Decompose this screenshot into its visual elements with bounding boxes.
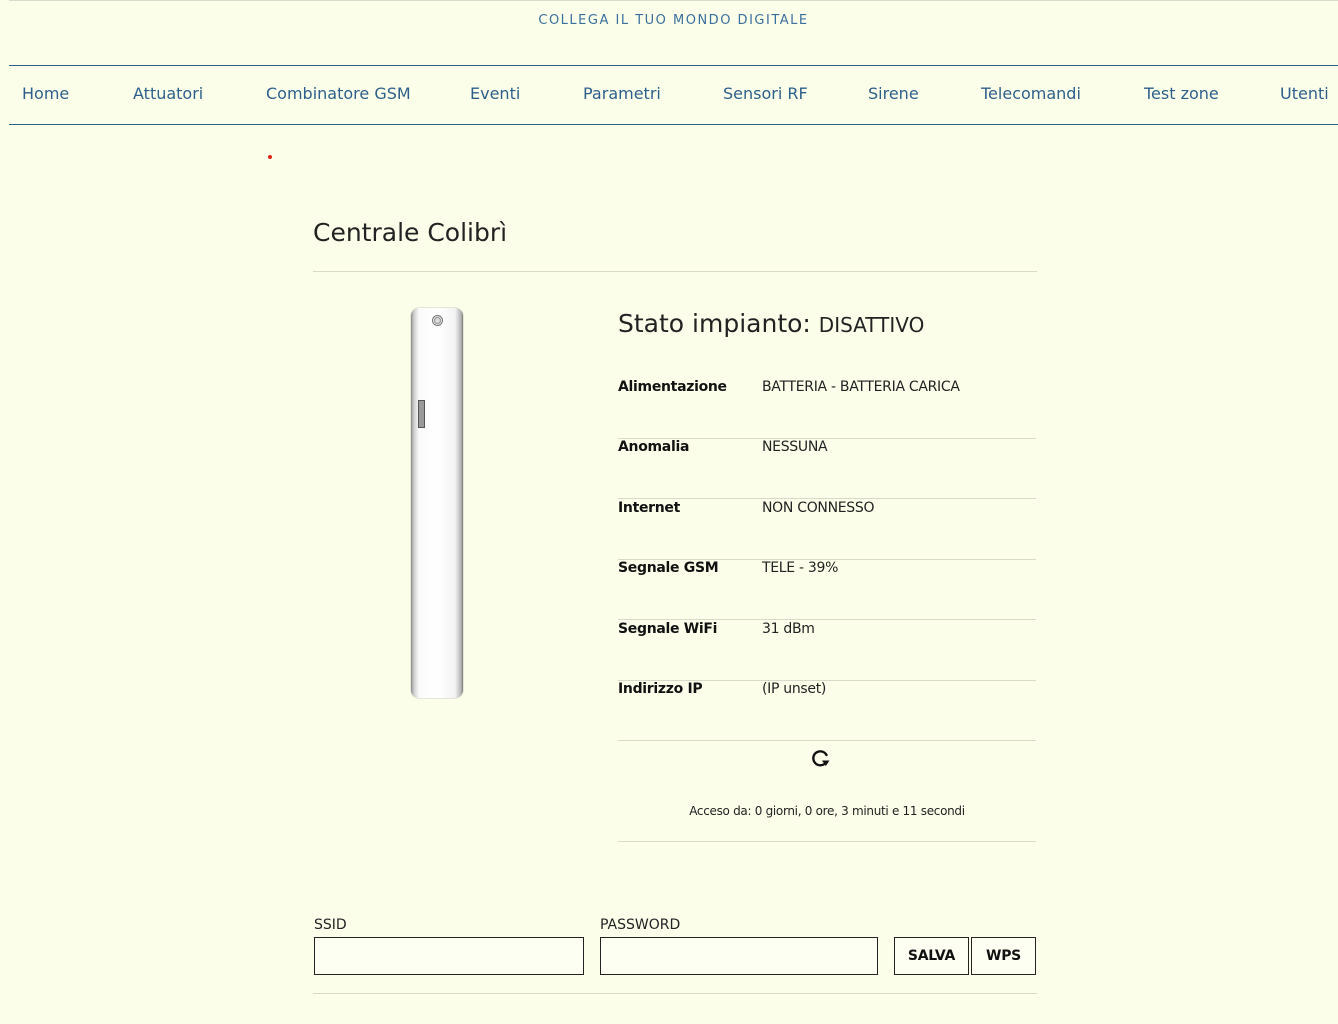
info-label: Anomalia xyxy=(618,439,690,455)
info-label: Indirizzo IP xyxy=(618,681,703,697)
device-image xyxy=(411,308,463,698)
nav-item-sirene[interactable]: Sirene xyxy=(868,84,919,103)
header-tagline: COLLEGA IL TUO MONDO DIGITALE xyxy=(538,13,809,28)
system-status-value: DISATTIVO xyxy=(818,313,925,337)
wps-button[interactable]: WPS xyxy=(971,937,1036,975)
info-label: Segnale WiFi xyxy=(618,621,718,637)
device-led xyxy=(432,315,443,326)
nav-item-parametri[interactable]: Parametri xyxy=(583,84,661,103)
info-row-anomalia: Anomalia NESSUNA xyxy=(618,439,1036,499)
page-title: Centrale Colibrì xyxy=(313,218,508,247)
nav-item-eventi[interactable]: Eventi xyxy=(470,84,520,103)
nav-item-attuatori[interactable]: Attuatori xyxy=(133,84,203,103)
nav-item-test-zone[interactable]: Test zone xyxy=(1144,84,1219,103)
title-divider xyxy=(313,271,1037,272)
info-label: Internet xyxy=(618,500,681,516)
info-row-segnale-wifi: Segnale WiFi 31 dBm xyxy=(618,621,1036,681)
status-dot xyxy=(268,155,272,159)
save-button[interactable]: SALVA xyxy=(894,937,969,975)
info-value: (IP unset) xyxy=(762,681,827,697)
main-nav: Home Attuatori Combinatore GSM Eventi Pa… xyxy=(9,65,1338,125)
ssid-input[interactable] xyxy=(314,937,584,975)
nav-item-telecomandi[interactable]: Telecomandi xyxy=(981,84,1081,103)
system-status-label: Stato impianto: xyxy=(618,309,811,338)
info-value: NESSUNA xyxy=(762,439,828,455)
nav-item-utenti[interactable]: Utenti xyxy=(1280,84,1329,103)
form-divider xyxy=(313,993,1037,994)
info-value: NON CONNESSO xyxy=(762,500,875,516)
device-port xyxy=(418,400,425,428)
nav-item-combinatore-gsm[interactable]: Combinatore GSM xyxy=(266,84,411,103)
info-value: BATTERIA - BATTERIA CARICA xyxy=(762,379,960,395)
password-label: PASSWORD xyxy=(600,917,681,933)
info-label: Alimentazione xyxy=(618,379,727,395)
info-row-internet: Internet NON CONNESSO xyxy=(618,500,1036,560)
uptime-text: Acceso da: 0 giorni, 0 ore, 3 minuti e 1… xyxy=(689,804,965,818)
nav-item-sensori-rf[interactable]: Sensori RF xyxy=(723,84,808,103)
system-status-heading: Stato impianto: DISATTIVO xyxy=(618,309,924,338)
info-row-alimentazione: Alimentazione BATTERIA - BATTERIA CARICA xyxy=(618,379,1036,439)
refresh-icon[interactable] xyxy=(808,746,832,770)
info-row-indirizzo-ip: Indirizzo IP (IP unset) xyxy=(618,681,1036,741)
password-input[interactable] xyxy=(600,937,878,975)
ssid-label: SSID xyxy=(314,917,347,933)
info-row-segnale-gsm: Segnale GSM TELE - 39% xyxy=(618,560,1036,620)
info-label: Segnale GSM xyxy=(618,560,719,576)
info-value: 31 dBm xyxy=(762,621,815,637)
status-divider xyxy=(618,841,1036,842)
info-value: TELE - 39% xyxy=(762,560,839,576)
nav-item-home[interactable]: Home xyxy=(22,84,69,103)
